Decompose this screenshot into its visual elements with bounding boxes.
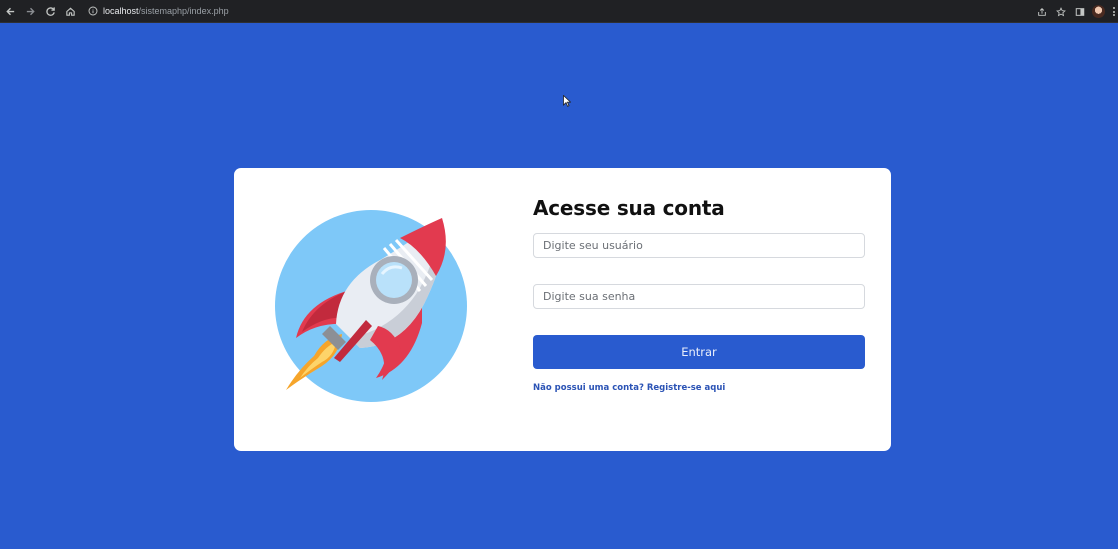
page-title: Acesse sua conta (533, 196, 725, 220)
share-button[interactable] (1032, 0, 1051, 23)
login-button[interactable]: Entrar (533, 335, 865, 369)
username-input[interactable] (533, 233, 865, 258)
home-button[interactable] (60, 1, 80, 21)
arrow-right-icon (26, 7, 35, 15)
password-input[interactable] (533, 284, 865, 309)
side-panel-icon (1075, 7, 1084, 16)
info-icon (88, 6, 98, 16)
dot-icon (1113, 7, 1115, 9)
dot-icon (1113, 10, 1115, 13)
url-host: localhost (103, 6, 139, 16)
reload-icon (45, 6, 55, 16)
arrow-left-icon (5, 7, 14, 15)
side-panel-button[interactable] (1070, 0, 1089, 23)
bookmark-button[interactable] (1051, 0, 1070, 23)
browser-toolbar: localhost/sistemaphp/index.php (0, 0, 1118, 23)
rocket-icon (275, 210, 467, 402)
star-icon (1055, 6, 1066, 16)
navigation-buttons (0, 1, 80, 21)
login-card: Acesse sua conta Entrar Não possui uma c… (234, 168, 891, 451)
back-button[interactable] (0, 1, 20, 21)
forward-button[interactable] (20, 1, 40, 21)
address-bar[interactable]: localhost/sistemaphp/index.php (88, 3, 1038, 20)
mouse-cursor-icon (563, 95, 571, 107)
browser-actions (1032, 0, 1118, 23)
avatar (1092, 5, 1105, 18)
dot-icon (1113, 14, 1115, 16)
share-icon (1037, 7, 1046, 16)
browser-menu-button[interactable] (1112, 7, 1116, 16)
register-link[interactable]: Não possui uma conta? Registre-se aqui (533, 383, 865, 393)
url-path: /sistemaphp/index.php (138, 6, 229, 16)
home-icon (65, 7, 75, 16)
reload-button[interactable] (40, 1, 60, 21)
login-form: Acesse sua conta Entrar Não possui uma c… (533, 193, 865, 393)
profile-button[interactable] (1089, 0, 1108, 23)
